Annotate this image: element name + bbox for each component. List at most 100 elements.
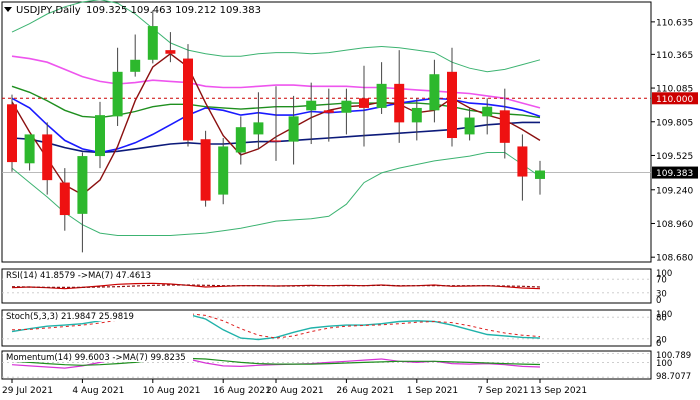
price-axis: 110.635110.365110.085109.805109.525109.2… (651, 18, 698, 264)
candle (376, 62, 387, 114)
candle (59, 168, 70, 231)
candle (253, 92, 264, 149)
candle-body (200, 139, 211, 201)
date-tick-label: 13 Sep 2021 (530, 386, 587, 396)
candle (535, 160, 545, 195)
rsi-title: RSI(14) 41.8579 ->MA(7) 47.4613 (6, 271, 151, 281)
date-tick-label: 10 Aug 2021 (143, 386, 201, 396)
candle-body (376, 83, 387, 108)
candle-body (253, 122, 264, 135)
candle-body (447, 71, 457, 139)
candle-body (535, 170, 545, 179)
candle (218, 138, 229, 205)
candle (183, 44, 193, 147)
stoch-level-label: 80 (656, 314, 667, 324)
ohlc-values: 109.325 109.463 109.212 109.383 (86, 5, 261, 16)
date-tick-label: 20 Aug 2021 (266, 386, 324, 396)
date-tick-label: 7 Sep 2021 (477, 386, 528, 396)
candle-body (306, 100, 317, 111)
candle (112, 47, 123, 126)
date-tick-label: 26 Aug 2021 (336, 386, 394, 396)
candle (42, 122, 53, 195)
candle (447, 47, 457, 147)
candle-body (499, 110, 510, 143)
candle-body (147, 26, 158, 60)
candle (394, 50, 405, 143)
candle-body (7, 104, 17, 163)
rsi-level-label: 70 (656, 276, 667, 286)
candle-body (359, 98, 369, 108)
candle (235, 116, 246, 165)
momentum-level-label: 98.7077 (656, 372, 691, 382)
candle-body (42, 134, 53, 181)
price-tick-label: 109.240 (656, 186, 693, 196)
candle-body (288, 116, 299, 142)
candle (306, 82, 317, 145)
candle-body (165, 50, 176, 54)
candle-body (130, 59, 141, 72)
rsi-panel: 10070300RSI(14) 41.8579 ->MA(7) 47.4613 (1, 268, 672, 306)
bollinger-lower-line (11, 152, 541, 236)
price-tick-label: 109.525 (656, 152, 693, 162)
candle (271, 86, 281, 161)
candle (359, 65, 369, 147)
price-tick-label: 108.960 (656, 220, 693, 230)
stoch-title: Stoch(5,3,3) 21.9847 25.9819 (6, 312, 134, 322)
candle (77, 152, 88, 253)
candle-body (517, 146, 528, 177)
candle-body (341, 100, 352, 113)
current-price-label: 109.383 (656, 169, 693, 179)
chart-header: USDJPY,Daily 109.325 109.463 109.212 109… (4, 5, 261, 16)
candle-body (218, 146, 229, 195)
momentum-panel: 100.78910098.7077Momentum(14) 99.6003 ->… (1, 350, 691, 382)
candle-body (59, 182, 70, 216)
stoch-level-label: 0 (656, 339, 661, 349)
candle (464, 107, 475, 141)
candle-body (24, 134, 35, 164)
symbol-timeframe: USDJPY,Daily (16, 5, 81, 16)
candle (24, 134, 35, 171)
date-tick-label: 29 Jul 2021 (2, 386, 53, 396)
candle (147, 10, 158, 64)
date-tick-label: 1 Sep 2021 (407, 386, 458, 396)
candle (341, 88, 352, 135)
candle (411, 98, 422, 141)
candle (165, 32, 176, 63)
chart-area: 110.635110.365110.085109.805109.525109.2… (1, 0, 698, 396)
candle-body (271, 140, 281, 142)
date-tick-label: 16 Aug 2021 (213, 386, 271, 396)
candle-body (77, 156, 88, 214)
date-tick-label: 4 Aug 2021 (72, 386, 124, 396)
price-tick-label: 110.635 (656, 18, 693, 28)
price-tick-label: 110.365 (656, 51, 693, 61)
momentum-level-label: 100 (656, 359, 672, 369)
candle (200, 130, 211, 207)
candlesticks (7, 10, 545, 253)
candle-body (482, 106, 493, 117)
candle (95, 101, 105, 169)
rsi-series-line (11, 282, 541, 290)
candle (429, 59, 440, 123)
candle-body (112, 71, 123, 117)
price-tick-label: 108.680 (656, 254, 693, 264)
candle-body (95, 115, 105, 157)
indicator-panels: 10070300RSI(14) 41.8579 ->MA(7) 47.46131… (1, 268, 691, 382)
candle-body (411, 107, 422, 123)
stoch-panel: 10080200Stoch(5,3,3) 21.9847 25.9819 (1, 309, 672, 349)
price-tick-label: 109.805 (656, 118, 693, 128)
candle-body (323, 110, 334, 113)
rsi-level-label: 0 (656, 296, 661, 306)
collapse-triangle-icon (4, 7, 12, 12)
candle-body (183, 58, 193, 141)
candle (517, 134, 528, 201)
candle (130, 34, 141, 77)
candle (7, 94, 17, 172)
level-price-label: 110.000 (656, 95, 693, 105)
candle-body (235, 127, 246, 153)
candle-body (429, 74, 440, 111)
momentum-title: Momentum(14) 99.6003 ->MA(7) 99.8235 (6, 353, 186, 363)
date-axis: 29 Jul 2021 4 Aug 2021 10 Aug 2021 16 Aug 2… (2, 379, 587, 396)
candle-body (464, 117, 475, 135)
candle (323, 88, 334, 142)
candle-body (394, 83, 405, 123)
